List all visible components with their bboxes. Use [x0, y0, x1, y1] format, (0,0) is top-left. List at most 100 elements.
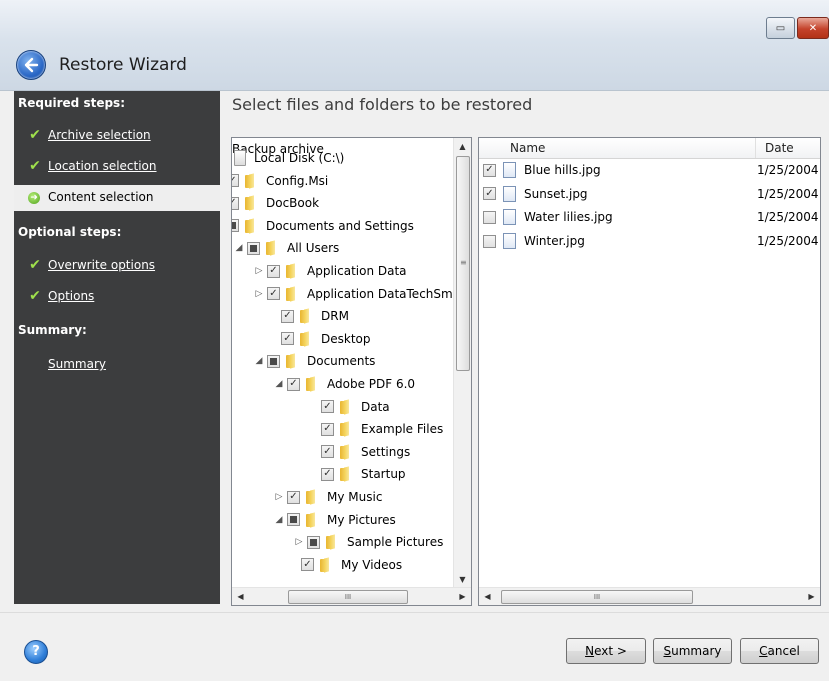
list-row[interactable]: ✓ Sunset.jpg 1/25/2004 :: [479, 183, 820, 205]
file-name: Sunset.jpg: [524, 186, 588, 201]
title-bar: ▭ ✕ Restore Wizard: [0, 0, 829, 91]
help-button[interactable]: ?: [24, 640, 48, 664]
list-row[interactable]: Water lilies.jpg 1/25/2004 :: [479, 206, 820, 228]
minimize-button[interactable]: ▭: [766, 17, 795, 39]
tree-checkbox[interactable]: ✓: [281, 309, 294, 323]
tree-checkbox[interactable]: [287, 513, 300, 527]
tree-checkbox[interactable]: [267, 354, 280, 368]
file-checkbox[interactable]: [483, 210, 496, 224]
column-header-date[interactable]: Date: [765, 141, 794, 155]
next-mnemonic: N: [585, 644, 595, 658]
scroll-thumb[interactable]: III: [501, 590, 693, 604]
tree-row[interactable]: ✓ DocBook: [232, 192, 320, 214]
tree-row[interactable]: ✓ DRM: [268, 305, 349, 327]
optional-steps-heading: Optional steps:: [18, 225, 122, 239]
list-row[interactable]: ✓ Blue hills.jpg 1/25/2004 :: [479, 159, 820, 181]
step-content-selection[interactable]: ➜ Content selection: [14, 185, 220, 211]
scroll-up-icon[interactable]: ▲: [454, 138, 471, 155]
tree-checkbox[interactable]: [232, 219, 239, 233]
file-checkbox[interactable]: ✓: [483, 163, 496, 177]
summary-button[interactable]: Summary: [653, 638, 732, 664]
collapse-arrow-icon[interactable]: ◢: [274, 379, 284, 389]
file-checkbox[interactable]: ✓: [483, 187, 496, 201]
list-horizontal-scrollbar[interactable]: ◀ III ▶: [479, 587, 820, 605]
tree-row[interactable]: ✓ Startup: [308, 463, 406, 485]
collapse-arrow-icon[interactable]: ◢: [274, 515, 284, 525]
tree-checkbox[interactable]: [307, 535, 320, 549]
scroll-thumb[interactable]: III: [288, 590, 408, 604]
file-date: 1/25/2004 :: [757, 163, 821, 177]
required-steps-heading: Required steps:: [18, 96, 125, 110]
collapse-arrow-icon[interactable]: ◢: [254, 356, 264, 366]
tree-row[interactable]: ▷ Sample Pictures: [294, 531, 443, 553]
content-title: Select files and folders to be restored: [232, 95, 533, 114]
list-row[interactable]: Winter.jpg 1/25/2004 :: [479, 230, 820, 252]
tree-checkbox[interactable]: ✓: [287, 490, 300, 504]
tree-row[interactable]: ◢ All Users: [234, 237, 339, 259]
check-icon: ✔: [29, 158, 41, 174]
disk-icon: [234, 150, 246, 166]
expand-arrow-icon[interactable]: ▷: [254, 289, 264, 299]
back-button[interactable]: [16, 50, 46, 80]
file-list[interactable]: Name Date ✓ Blue hills.jpg 1/25/2004 : ✓ Sun…: [478, 137, 821, 606]
tree-checkbox[interactable]: ✓: [267, 264, 280, 278]
tree-checkbox[interactable]: ✓: [321, 445, 334, 459]
expand-arrow-icon[interactable]: ▷: [254, 266, 264, 276]
collapse-arrow-icon[interactable]: ◢: [234, 243, 244, 253]
folder-tree[interactable]: Backup archiveLocal Disk (C:\)✓Config.Ms…: [231, 137, 472, 606]
next-button[interactable]: Next >: [566, 638, 646, 664]
tree-row[interactable]: ✓ Settings: [308, 441, 410, 463]
tree-row[interactable]: Documents and Settings: [232, 215, 414, 237]
tree-row[interactable]: ✓ Config.Msi: [232, 170, 328, 192]
tree-row[interactable]: ✓ My Videos: [288, 554, 402, 576]
step-archive-selection[interactable]: ✔ Archive selection: [28, 127, 151, 143]
step-overwrite-options[interactable]: ✔ Overwrite options: [28, 257, 155, 273]
tree-checkbox[interactable]: [247, 241, 260, 255]
tree-checkbox[interactable]: ✓: [232, 196, 239, 210]
column-header-name[interactable]: Name: [510, 141, 545, 155]
tree-row[interactable]: Local Disk (C:\): [234, 147, 344, 169]
tree-checkbox[interactable]: ✓: [321, 400, 334, 414]
cancel-button[interactable]: Cancel: [740, 638, 819, 664]
tree-row-label: DocBook: [266, 196, 320, 211]
tree-row-label: DRM: [321, 309, 349, 324]
tree-row[interactable]: ◢ My Pictures: [274, 509, 396, 531]
scroll-right-icon[interactable]: ▶: [454, 588, 471, 605]
tree-row[interactable]: ✓ Example Files: [308, 418, 443, 440]
tree-checkbox[interactable]: ✓: [287, 377, 300, 391]
tree-horizontal-scrollbar[interactable]: ◀ III ▶: [232, 587, 471, 605]
tree-checkbox[interactable]: ✓: [321, 467, 334, 481]
tree-checkbox[interactable]: ✓: [321, 422, 334, 436]
scroll-left-icon[interactable]: ◀: [479, 588, 496, 605]
expand-arrow-icon[interactable]: ▷: [294, 537, 304, 547]
column-divider[interactable]: [755, 138, 756, 158]
tree-row[interactable]: ▷ ✓ Application DataTechSm: [254, 283, 453, 305]
tree-row[interactable]: ✓ Data: [308, 396, 390, 418]
tree-row[interactable]: ▷ ✓ Application Data: [254, 260, 407, 282]
scroll-down-icon[interactable]: ▼: [454, 571, 471, 588]
step-options[interactable]: ✔ Options: [28, 288, 94, 304]
tree-checkbox[interactable]: ✓: [267, 287, 280, 301]
step-location-selection[interactable]: ✔ Location selection: [28, 158, 156, 174]
file-checkbox[interactable]: [483, 234, 496, 248]
minimize-icon: ▭: [775, 22, 786, 34]
tree-vertical-scrollbar[interactable]: ▲ ≡ ▼: [453, 138, 471, 588]
folder-icon: [299, 309, 313, 324]
tree-checkbox[interactable]: ✓: [281, 332, 294, 346]
tree-row-label: Startup: [361, 467, 406, 482]
file-date: 1/25/2004 :: [757, 210, 821, 225]
scroll-left-icon[interactable]: ◀: [232, 588, 249, 605]
scroll-right-icon[interactable]: ▶: [803, 588, 820, 605]
tree-row[interactable]: ◢ ✓ Adobe PDF 6.0: [274, 373, 415, 395]
tree-row[interactable]: ✓ Desktop: [268, 328, 371, 350]
close-window-button[interactable]: ✕: [797, 17, 829, 39]
summary-link[interactable]: Summary: [48, 357, 106, 371]
tree-row[interactable]: ▷ ✓ My Music: [274, 486, 382, 508]
tree-checkbox[interactable]: ✓: [232, 174, 239, 188]
tree-row[interactable]: ◢ Documents: [254, 350, 375, 372]
window-title: Restore Wizard: [59, 55, 187, 75]
expand-arrow-icon[interactable]: ▷: [274, 492, 284, 502]
folder-icon: [244, 196, 258, 211]
tree-row-label: Application DataTechSm: [307, 286, 453, 301]
tree-checkbox[interactable]: ✓: [301, 558, 314, 572]
